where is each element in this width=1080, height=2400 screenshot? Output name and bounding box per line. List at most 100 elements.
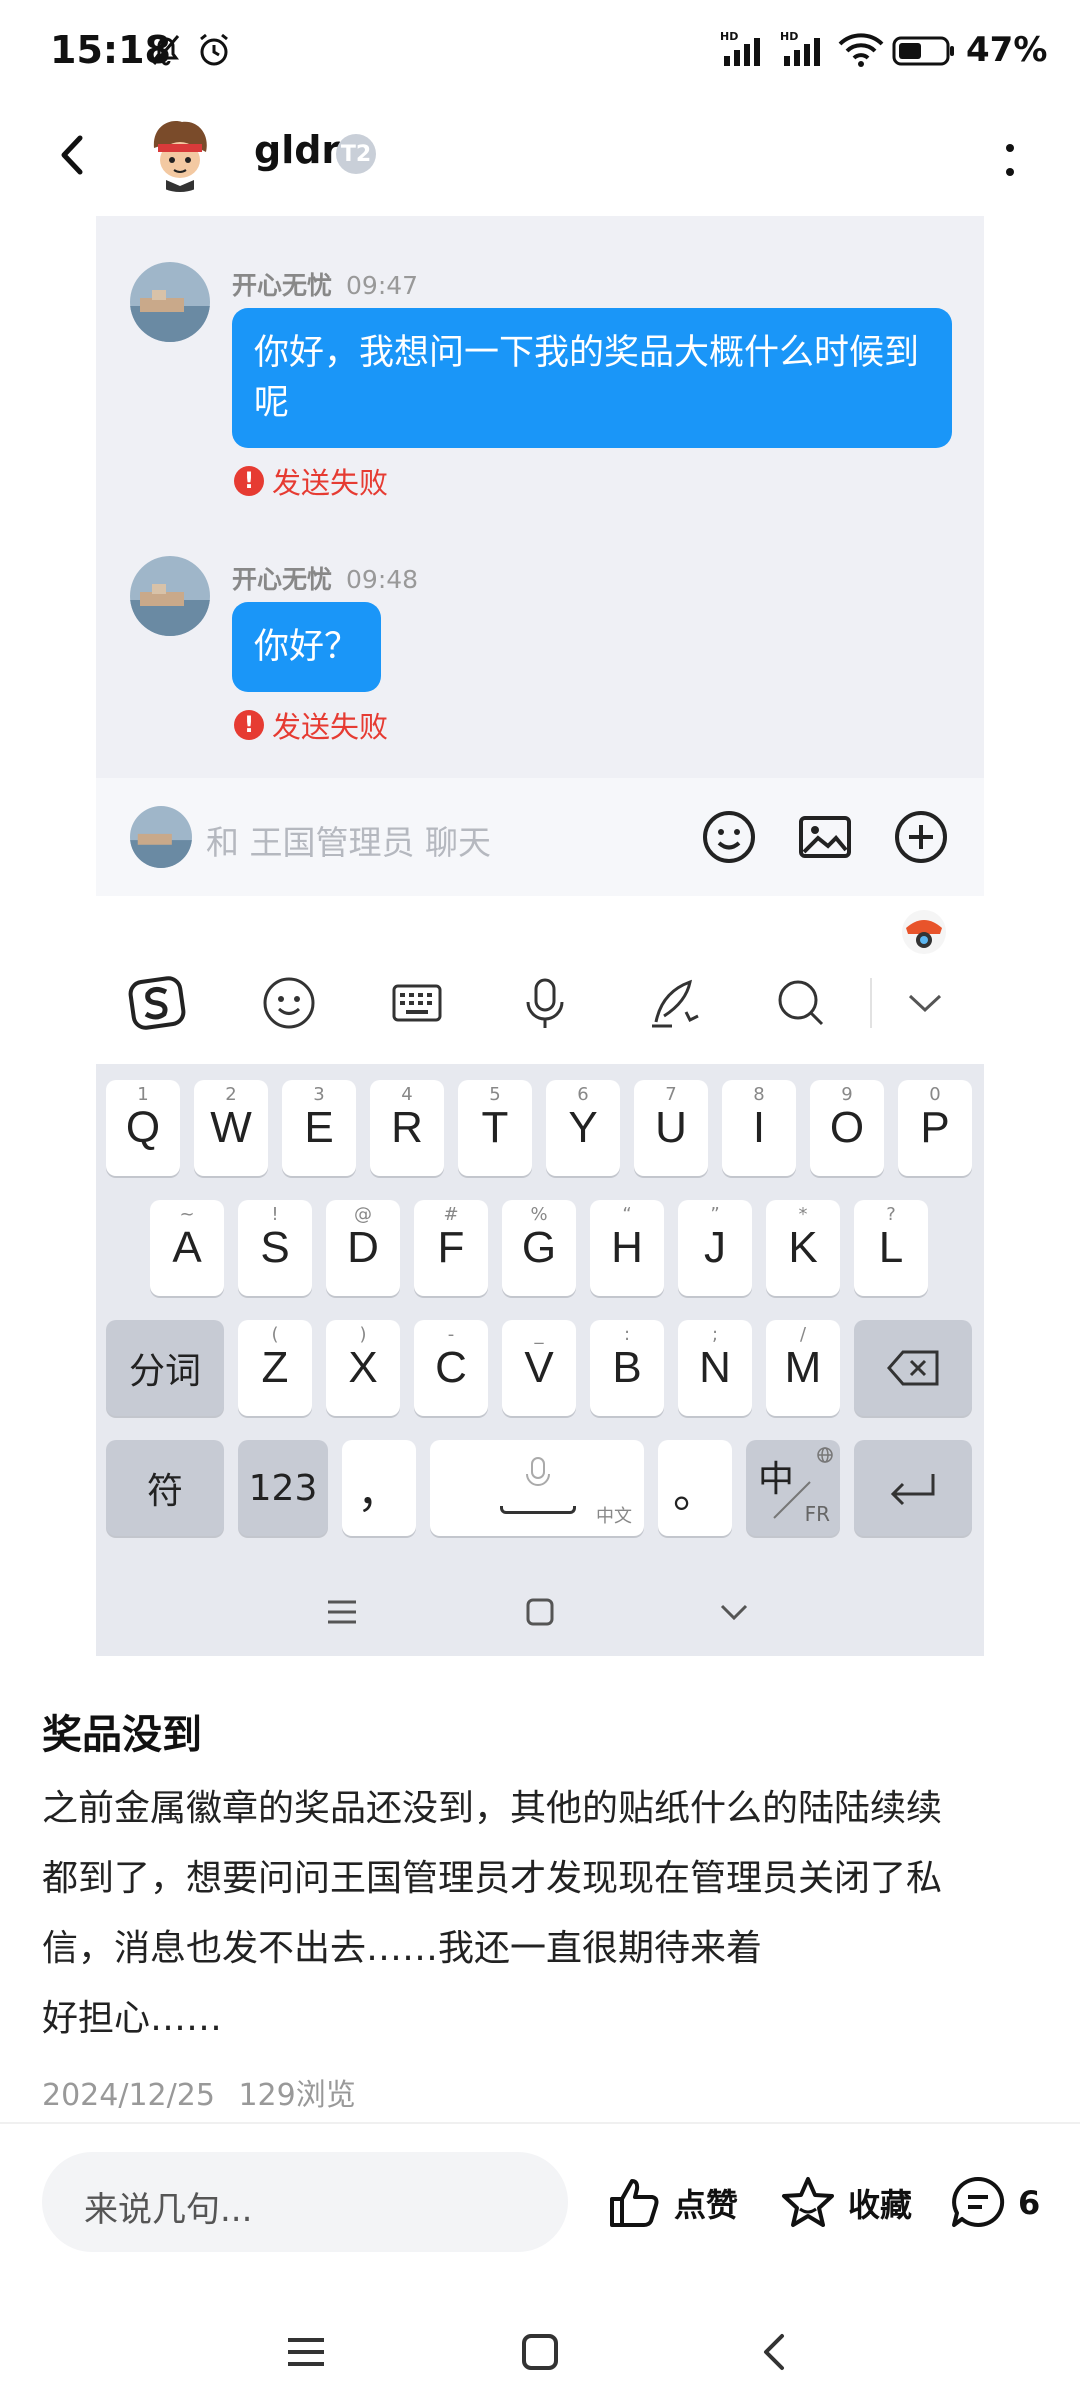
- comments-button[interactable]: 6: [948, 2168, 1040, 2238]
- key-o: 9O: [810, 1080, 884, 1176]
- chevron-down-icon: [720, 1604, 748, 1621]
- comment-count: 6: [1018, 2184, 1041, 2222]
- key-c: -C: [414, 1320, 488, 1416]
- key-g: % G: [502, 1200, 576, 1296]
- home-button[interactable]: [510, 2322, 570, 2382]
- key-r: 4R: [370, 1080, 444, 1176]
- keyboard-toolbar: [96, 896, 984, 1046]
- message-meta: 开心无忧 09:47: [232, 266, 418, 302]
- key-v: _ V: [502, 1320, 576, 1416]
- globe-icon: [817, 1447, 833, 1463]
- like-label: 点赞: [674, 2186, 739, 2224]
- battery-percent: 47%: [966, 30, 1048, 70]
- key-n: ; N: [678, 1320, 752, 1416]
- key-backspace: [854, 1320, 972, 1416]
- key-f: # F: [414, 1200, 488, 1296]
- message-time: 09:48: [346, 565, 419, 594]
- level-badge: T2: [336, 134, 376, 174]
- comment-icon: [952, 2176, 1005, 2227]
- key-w: 2W: [194, 1080, 268, 1176]
- key-u: 7U: [634, 1080, 708, 1176]
- comment-input[interactable]: 来说几句...: [42, 2152, 568, 2252]
- post-body-line: 都到了，想要问问王国管理员才发现现在管理员关闭了私: [42, 1858, 943, 1899]
- svg-text:HD: HD: [720, 30, 738, 43]
- space-bar-indicator: [500, 1506, 576, 1514]
- post-date: 2024/12/25: [42, 2078, 215, 2113]
- image-icon: [799, 816, 851, 858]
- message-bubble: 你好，我想问一下我的奖品大概什么时候到呢: [232, 308, 952, 448]
- slash-mark: [773, 1481, 811, 1519]
- search-icon: [778, 980, 824, 1026]
- toolbar-divider: [870, 978, 872, 1028]
- key-symbols: 符: [106, 1440, 224, 1536]
- key-i: 8I: [722, 1080, 796, 1176]
- back-button[interactable]: [40, 120, 110, 190]
- key-p: 0P: [898, 1080, 972, 1176]
- keyboard-icon: [392, 984, 442, 1022]
- key-a: ~ A: [150, 1200, 224, 1296]
- key-l: ? L: [854, 1200, 928, 1296]
- message-sender: 开心无忧: [232, 271, 333, 300]
- emoji-toolbar-icon: [263, 977, 315, 1029]
- post-meta: 2024/12/25 129浏览: [42, 2070, 356, 2114]
- thumbs-up-icon: [610, 2179, 659, 2227]
- enter-icon: [890, 1474, 935, 1506]
- menu-icon: [328, 1600, 356, 1624]
- keyboard-keys: 1Q 2W 3E 4R 5T 6Y 7U 8I 9O 0P ~ A ! S @ D #…: [96, 1064, 984, 1656]
- send-failed-status: ! 发送失败: [234, 460, 388, 502]
- key-x: ) X: [326, 1320, 400, 1416]
- cell-signal-2-icon: HD: [780, 30, 820, 66]
- message-bubble: 你好？: [232, 602, 382, 692]
- key-y: 6Y: [546, 1080, 620, 1176]
- back-nav-button[interactable]: [746, 2322, 806, 2382]
- divider: [0, 2122, 1080, 2124]
- message-sender: 开心无忧: [232, 565, 333, 594]
- key-fenci: 分词: [106, 1320, 224, 1416]
- author-avatar[interactable]: [140, 112, 220, 192]
- svg-text:HD: HD: [780, 30, 798, 43]
- collect-button[interactable]: 收藏: [778, 2168, 912, 2238]
- post-title: 奖品没到: [42, 1712, 202, 1758]
- collect-label: 收藏: [848, 2186, 913, 2224]
- send-failed-text: 发送失败: [272, 710, 389, 744]
- error-icon: !: [234, 466, 264, 496]
- battery-icon: [892, 36, 954, 66]
- bell-muted-icon: [152, 35, 180, 66]
- post-body-line: 信，消息也发不出去……我还一直很期待来着: [42, 1928, 763, 1969]
- like-button[interactable]: 点赞: [604, 2168, 738, 2238]
- key-comma: ，: [342, 1440, 416, 1536]
- post-body-line: 好担心……: [42, 1998, 223, 2039]
- status-bar: 15:18 HD HD 47%: [0, 0, 1080, 100]
- key-m: / M: [766, 1320, 840, 1416]
- keyboard-area: 1Q 2W 3E 4R 5T 6Y 7U 8I 9O 0P ~ A ! S @ D #…: [96, 896, 984, 1656]
- chat-input-bar: 和 王国管理员 聊天: [96, 778, 984, 896]
- microphone-icon: [526, 978, 564, 1028]
- key-t: 5T: [458, 1080, 532, 1176]
- key-d: @ D: [326, 1200, 400, 1296]
- key-space: 中文: [430, 1440, 644, 1536]
- key-b: :B: [590, 1320, 664, 1416]
- author-name[interactable]: gldr: [254, 128, 340, 172]
- error-icon: !: [234, 710, 264, 740]
- comment-placeholder: 来说几句...: [84, 2190, 253, 2230]
- avatar-illustration: [140, 112, 220, 192]
- system-nav-bar: [0, 2300, 1080, 2400]
- chevron-down-icon: [908, 994, 942, 1013]
- key-s: ! S: [238, 1200, 312, 1296]
- send-failed-text: 发送失败: [272, 466, 389, 500]
- post-image[interactable]: 开心无忧 09:47 你好，我想问一下我的奖品大概什么时候到呢 ! 发送失败 开心无…: [96, 216, 984, 1656]
- voice-input-icon: [526, 1457, 550, 1486]
- send-failed-status: ! 发送失败: [234, 704, 388, 746]
- emoji-icon: [703, 811, 755, 863]
- alarm-icon: [200, 33, 228, 66]
- sogou-logo-icon: [128, 976, 186, 1030]
- wifi-icon: [838, 33, 884, 67]
- message-avatar: [130, 556, 210, 636]
- backspace-icon: [887, 1350, 939, 1386]
- message-meta: 开心无忧 09:48: [232, 560, 418, 596]
- key-numbers: 123: [238, 1440, 328, 1536]
- post-header: gldr T2: [0, 100, 1080, 210]
- key-period: 。: [658, 1440, 732, 1536]
- more-options-button[interactable]: [990, 130, 1030, 190]
- recent-apps-button[interactable]: [276, 2322, 336, 2382]
